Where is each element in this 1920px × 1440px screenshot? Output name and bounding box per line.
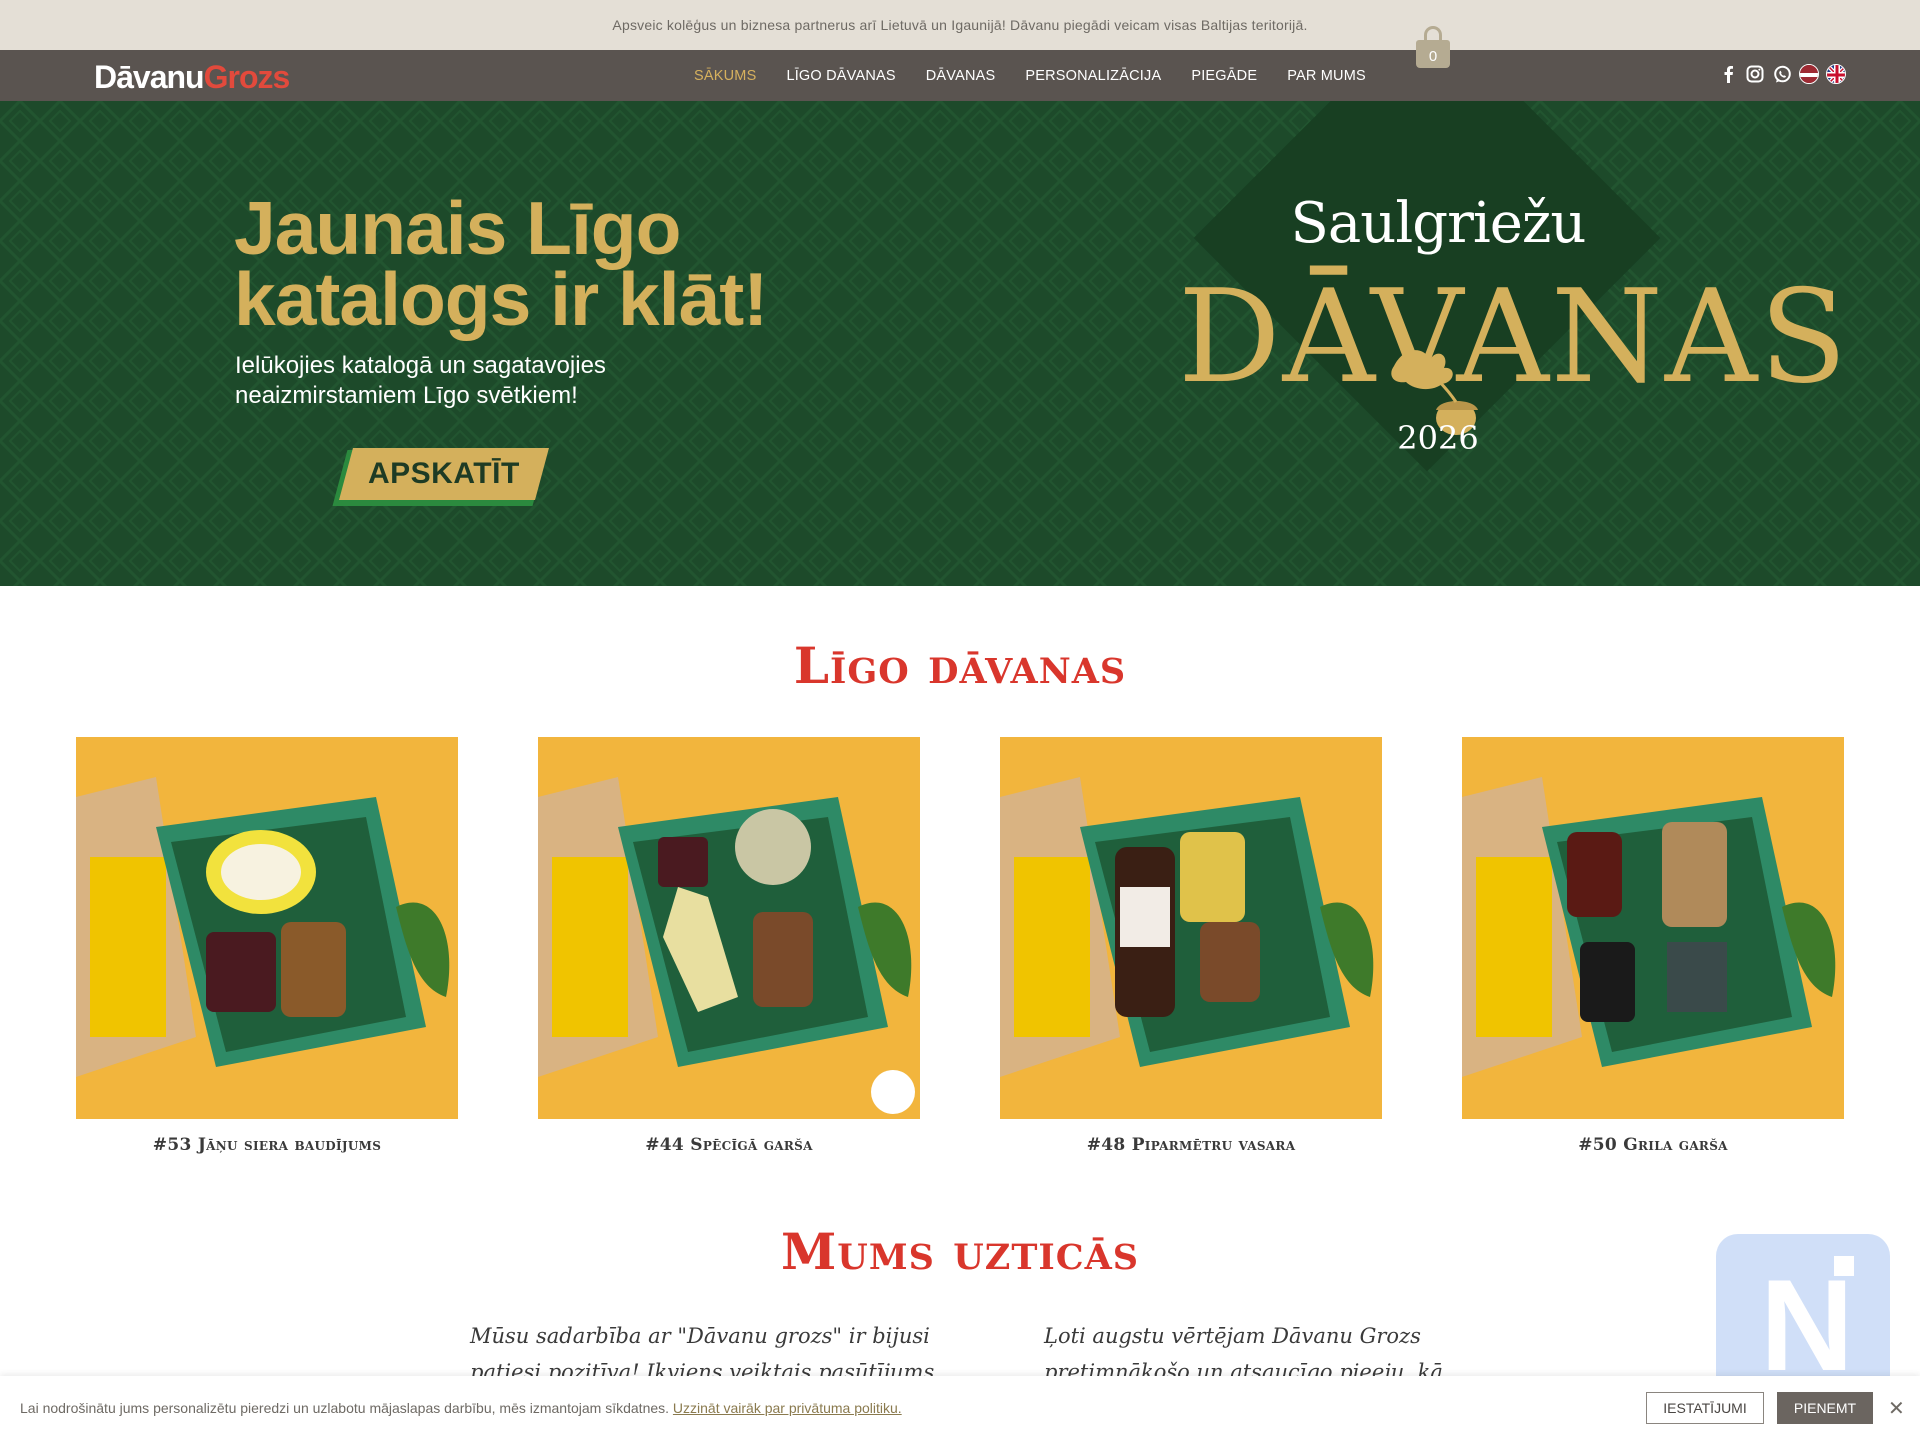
hero-subtitle-line-1: Ielūkojies katalogā un sagatavojies [235, 352, 606, 379]
nav-item-ligo-davanas[interactable]: LĪGO DĀVANAS [786, 68, 895, 84]
privacy-policy-link[interactable]: Uzzināt vairāk par privātuma politiku. [673, 1400, 902, 1416]
whatsapp-icon[interactable] [1772, 64, 1792, 84]
product-card[interactable]: #50 Grila garša [1462, 737, 1844, 1155]
cart-button[interactable]: 0 [1416, 26, 1450, 72]
announcement-text: Apsveic kolēģus un biznesa partnerus arī… [612, 17, 1308, 33]
nav-item-piegade[interactable]: PIEGĀDE [1191, 68, 1257, 84]
logo[interactable]: DāvanuGrozs [94, 59, 291, 96]
cart-bag-icon: 0 [1416, 40, 1450, 68]
hero-subtitle: Ielūkojies katalogā un sagatavojies neai… [235, 351, 606, 411]
product-image[interactable] [1000, 737, 1382, 1119]
main-menu: SĀKUMS LĪGO DĀVANAS DĀVANAS PERSONALIZĀC… [694, 50, 1396, 101]
cart-count: 0 [1428, 47, 1438, 65]
instagram-icon[interactable] [1745, 64, 1765, 84]
product-card[interactable]: #48 Piparmētru vasara [1000, 737, 1382, 1155]
announcement-bar: Apsveic kolēģus un biznesa partnerus arī… [0, 0, 1920, 50]
cookie-accept-button[interactable]: PIENEMT [1777, 1392, 1873, 1424]
quote-line-1: Ļoti augstu vērtējam Dāvanu Grozs [1044, 1324, 1421, 1348]
product-card[interactable]: #53 Jāņu siera baudījums [76, 737, 458, 1155]
facebook-icon[interactable] [1718, 64, 1738, 84]
cookie-text: Lai nodrošinātu jums personalizētu piere… [20, 1400, 902, 1416]
nav-item-personalizacija[interactable]: PERSONALIZĀCIJA [1025, 68, 1161, 84]
nav-item-davanas[interactable]: DĀVANAS [926, 68, 996, 84]
latvian-flag-icon[interactable] [1799, 64, 1819, 84]
product-name[interactable]: #50 Grila garša [1462, 1135, 1844, 1155]
uk-flag-icon[interactable] [1826, 64, 1846, 84]
product-name[interactable]: #44 Spēcīgā garša [538, 1135, 920, 1155]
product-card[interactable]: #44 Spēcīgā garša [538, 737, 920, 1155]
product-image[interactable] [76, 737, 458, 1119]
product-image[interactable] [538, 737, 920, 1119]
hero-title-line-2: katalogs ir klāt! [234, 257, 768, 341]
hero-banner[interactable]: Jaunais Līgo katalogs ir klāt! Ielūkojie… [0, 101, 1920, 586]
product-name[interactable]: #53 Jāņu siera baudījums [76, 1135, 458, 1155]
hero-subtitle-line-2: neaizmirstamiem Līgo svētkiem! [235, 382, 578, 409]
widget-logo-accent [1834, 1256, 1854, 1276]
badge-year: 2026 [1397, 419, 1479, 457]
cookie-settings-button[interactable]: IESTATĪJUMI [1646, 1392, 1764, 1424]
hero-title: Jaunais Līgo katalogs ir klāt! [234, 186, 768, 341]
view-catalog-button[interactable]: APSKATĪT [332, 448, 549, 506]
product-name[interactable]: #48 Piparmētru vasara [1000, 1135, 1382, 1155]
badge-top-text: Saulgriežu [1290, 191, 1587, 256]
close-icon[interactable]: ✕ [1888, 1396, 1905, 1421]
hero-title-line-1: Jaunais Līgo [234, 186, 681, 270]
logo-part-2: Grozs [203, 59, 291, 95]
nav-item-par-mums[interactable]: PAR MUMS [1287, 68, 1366, 84]
ligo-gifts-title: Līgo dāvanas [793, 636, 1127, 695]
header-nav: DāvanuGrozs SĀKUMS LĪGO DĀVANAS DĀVANAS … [0, 50, 1920, 101]
quote-line-1: Mūsu sadarbība ar "Dāvanu grozs" ir biju… [470, 1324, 930, 1348]
social-links [1718, 64, 1846, 84]
nav-item-sakums[interactable]: SĀKUMS [694, 68, 756, 84]
cookie-message: Lai nodrošinātu jums personalizētu piere… [20, 1400, 670, 1416]
view-catalog-label: APSKATĪT [368, 457, 520, 490]
button-face: APSKATĪT [339, 448, 549, 500]
product-image[interactable] [1462, 737, 1844, 1119]
cookie-consent-bar: Lai nodrošinātu jums personalizētu piere… [0, 1376, 1920, 1440]
trusted-by-title: Mums uzticās [780, 1222, 1140, 1281]
widget-logo-icon: N [1760, 1252, 1854, 1398]
logo-part-1: Dāvanu [94, 59, 205, 95]
